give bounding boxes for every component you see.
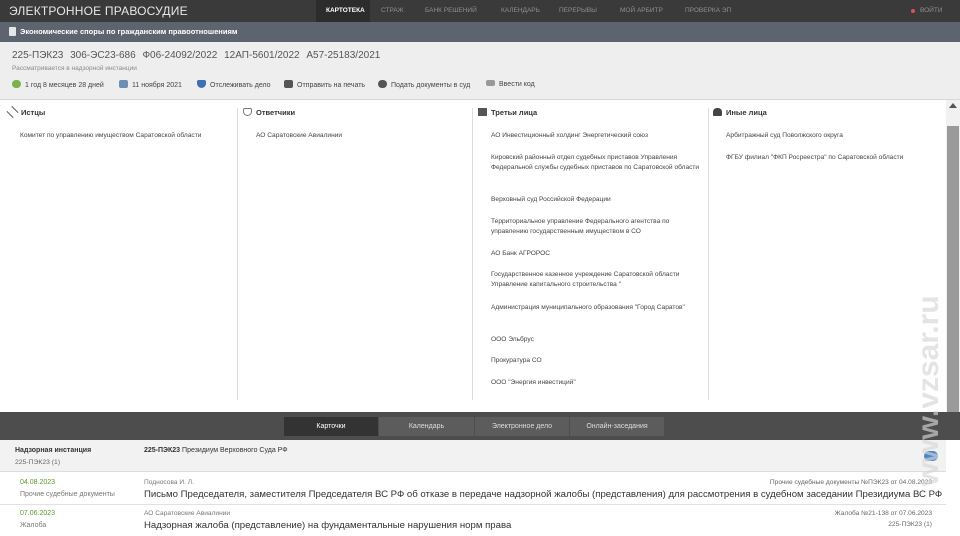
submit-documents-button[interactable]: Подать документы в суд — [378, 80, 470, 89]
third-parties-title: Третьи лица — [491, 108, 538, 117]
other-parties-header: Иные лица — [713, 108, 767, 117]
clock-icon — [12, 80, 21, 88]
document-date: 04.08.2023 — [20, 479, 56, 486]
document-type: Жалоба — [20, 522, 47, 529]
third-parties-header: Третьи лица — [478, 108, 537, 117]
document-author: Подносова И. Л. — [144, 479, 194, 486]
third-party-item[interactable]: ООО "Энергия инвестиций" — [491, 378, 703, 388]
code-icon — [486, 80, 495, 86]
column-divider — [472, 108, 473, 400]
third-party-item[interactable]: Кировский районный отдел судебных приста… — [491, 153, 703, 173]
print-button[interactable]: Отправить на печать — [284, 80, 365, 89]
case-duration: 1 год 8 месяцев 28 дней — [12, 80, 104, 89]
shield-icon — [197, 80, 206, 88]
case-numbers: 225-ПЭК23 306-ЭС23-686 Ф06-24092/2022 12… — [12, 50, 381, 61]
login-icon — [911, 9, 915, 13]
tab-calendar[interactable]: Календарь — [379, 417, 474, 436]
other-parties-title: Иные лица — [726, 108, 767, 117]
document-title[interactable]: Надзорная жалоба (представление) на фунд… — [144, 520, 511, 531]
code-label: Ввести код — [499, 81, 535, 88]
instance-case: 225-ПЭК23 Президиум Верховного Суда РФ — [144, 447, 288, 454]
swords-icon — [6, 105, 19, 119]
third-party-item[interactable]: Территориальное управление Федерального … — [491, 217, 703, 237]
document-date: 07.06.2023 — [20, 510, 56, 517]
document-meta-case: 225-ПЭК23 (1) — [888, 521, 932, 528]
date-text: 11 ноября 2021 — [132, 82, 182, 89]
track-case-button[interactable]: Отслеживать дело — [197, 80, 271, 89]
other-party-item[interactable]: ФГБУ филиал "ФКП Росреестра" по Саратовс… — [726, 153, 941, 163]
document-meta: Прочие судебные документы №ПЭК23 от 04.0… — [769, 479, 932, 486]
column-divider — [237, 108, 238, 400]
document-title[interactable]: Письмо Председателя, заместителя Председ… — [144, 489, 942, 500]
third-party-item[interactable]: Государственное казенное учреждение Сара… — [491, 270, 703, 290]
nav-kartoteka[interactable]: КАРТОТЕКА — [326, 7, 365, 14]
instance-sub: 225-ПЭК23 (1) — [15, 459, 61, 466]
printer-icon — [284, 80, 293, 88]
other-party-item[interactable]: Арбитражный суд Поволжского округа — [726, 131, 936, 141]
nav-proverka-ep[interactable]: ПРОВЕРКА ЭП — [685, 7, 731, 14]
third-party-item[interactable]: АО Банк АГРОРОС — [491, 249, 703, 259]
building-icon — [478, 108, 487, 116]
third-party-item[interactable]: Прокуратура СО — [491, 356, 703, 366]
nav-strazh[interactable]: СТРАЖ — [381, 7, 404, 14]
watermark-logo: www.vzsar.ru — [912, 295, 945, 487]
nav-moy-arbitr[interactable]: МОЙ АРБИТР — [620, 7, 663, 14]
login-link[interactable]: ВОЙТИ — [920, 7, 943, 14]
defendant-item[interactable]: АО Саратовские Авиалинии — [256, 131, 466, 141]
plus-circle-icon — [378, 80, 387, 88]
instance-row[interactable] — [0, 440, 946, 472]
third-party-item[interactable]: АО Инвестиционный холдинг Энергетический… — [491, 131, 703, 141]
third-party-item[interactable]: Администрация муниципального образования… — [491, 303, 703, 313]
defendants-title: Ответчики — [256, 108, 296, 117]
shield-icon — [243, 108, 252, 116]
calendar-icon — [119, 80, 128, 88]
plaintiff-item[interactable]: Комитет по управлению имуществом Саратов… — [20, 131, 235, 141]
category-title: Экономические споры по гражданским право… — [20, 27, 238, 36]
tab-online-hearings[interactable]: Онлайн-заседания — [570, 417, 664, 436]
instance-court: Президиум Верховного Суда РФ — [182, 447, 288, 454]
watermark-text: www.vzsar.ru — [912, 295, 945, 487]
scroll-up-icon[interactable] — [949, 103, 957, 108]
instance-title: Надзорная инстанция — [15, 447, 92, 454]
instance-case-number: 225-ПЭК23 — [144, 447, 181, 454]
plaintiffs-title: Истцы — [21, 108, 46, 117]
enter-code-button[interactable]: Ввести код — [486, 80, 535, 88]
tab-cards[interactable]: Карточки — [284, 417, 378, 436]
nav-kalendar[interactable]: КАЛЕНДАРЬ — [501, 7, 540, 14]
third-party-item[interactable]: ООО Эльбрус — [491, 335, 703, 345]
tab-electronic-case[interactable]: Электронное дело — [475, 417, 569, 436]
plaintiffs-header: Истцы — [6, 105, 46, 119]
document-meta: Жалоба №21-138 от 07.06.2023 — [834, 510, 932, 517]
document-icon — [9, 27, 16, 36]
document-type: Прочие судебные документы — [20, 491, 115, 498]
defendants-header: Ответчики — [243, 108, 295, 117]
person-icon — [713, 108, 722, 116]
site-brand[interactable]: ЭЛЕКТРОННОЕ ПРАВОСУДИЕ — [9, 4, 188, 18]
nav-bank-resheniy[interactable]: БАНК РЕШЕНИЙ — [425, 7, 477, 14]
case-status: Рассматривается в надзорной инстанции — [12, 65, 137, 72]
column-divider — [708, 108, 709, 400]
track-label: Отслеживать дело — [210, 82, 271, 89]
third-party-item[interactable]: Верховный суд Российской Федерации — [491, 195, 703, 205]
duration-text: 1 год 8 месяцев 28 дней — [25, 82, 104, 89]
scrollbar-thumb[interactable] — [947, 126, 959, 412]
submit-label: Подать документы в суд — [391, 82, 471, 89]
document-author: АО Саратовские Авиалинии — [144, 510, 231, 517]
nav-pereryvy[interactable]: ПЕРЕРЫВЫ — [559, 7, 597, 14]
print-label: Отправить на печать — [297, 82, 366, 89]
case-date: 11 ноября 2021 — [119, 80, 182, 89]
